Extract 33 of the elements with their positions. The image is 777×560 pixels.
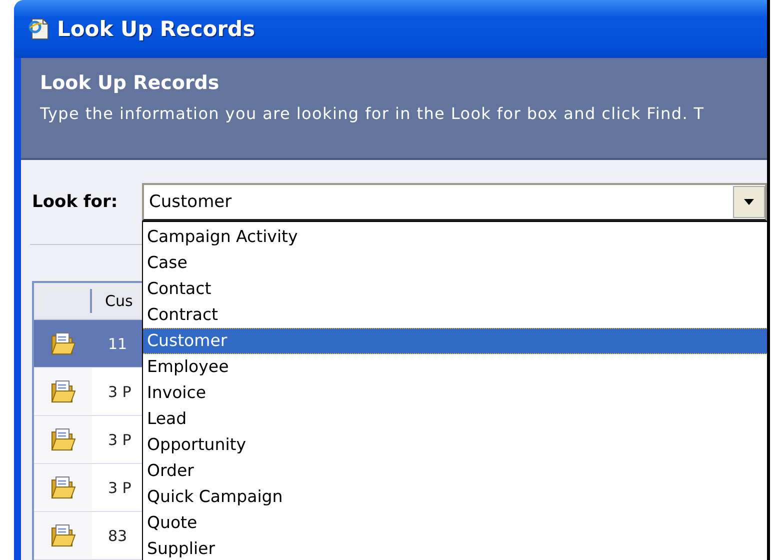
dropdown-option[interactable]: Case bbox=[143, 250, 767, 276]
dropdown-option[interactable]: Supplier bbox=[143, 536, 767, 560]
dropdown-option[interactable]: Campaign Activity bbox=[143, 224, 767, 250]
dropdown-option[interactable]: Lead bbox=[143, 406, 767, 432]
dropdown-option[interactable]: Invoice bbox=[143, 380, 767, 406]
table-cell-text: 3 P bbox=[107, 382, 132, 400]
table-cell-text: 83 bbox=[107, 526, 128, 544]
folder-icon bbox=[50, 476, 76, 500]
dropdown-option[interactable]: Order bbox=[143, 458, 767, 484]
dropdown-option[interactable]: Customer bbox=[143, 328, 767, 354]
dropdown-option[interactable]: Opportunity bbox=[143, 432, 767, 458]
table-cell-text: 11 bbox=[107, 334, 128, 352]
window-title: Look Up Records bbox=[57, 17, 256, 41]
dropdown-option[interactable]: Quote bbox=[143, 510, 767, 536]
table-cell-text: 3 P bbox=[107, 430, 132, 448]
folder-icon bbox=[50, 524, 76, 548]
dropdown-option[interactable]: Contract bbox=[143, 302, 767, 328]
dropdown-option[interactable]: Employee bbox=[143, 354, 767, 380]
page-icon bbox=[27, 17, 51, 41]
look-for-dropdown[interactable]: Customer bbox=[142, 183, 767, 221]
caret-icon bbox=[744, 199, 754, 205]
table-cell-text: 3 P bbox=[107, 478, 132, 496]
dropdown-option[interactable]: Contact bbox=[143, 276, 767, 302]
look-for-label: Look for: bbox=[32, 192, 119, 212]
folder-icon bbox=[50, 332, 76, 356]
header-description: Type the information you are looking for in the Look for box and click Find. T bbox=[40, 104, 706, 123]
header-title: Look Up Records bbox=[40, 72, 220, 94]
folder-icon bbox=[50, 428, 76, 452]
dropdown-button[interactable] bbox=[733, 186, 765, 218]
dropdown-option[interactable]: Quick Campaign bbox=[143, 484, 767, 510]
folder-icon bbox=[50, 380, 76, 404]
column-header[interactable]: Cus bbox=[92, 292, 133, 310]
grid-row[interactable]: 11 bbox=[34, 320, 142, 368]
